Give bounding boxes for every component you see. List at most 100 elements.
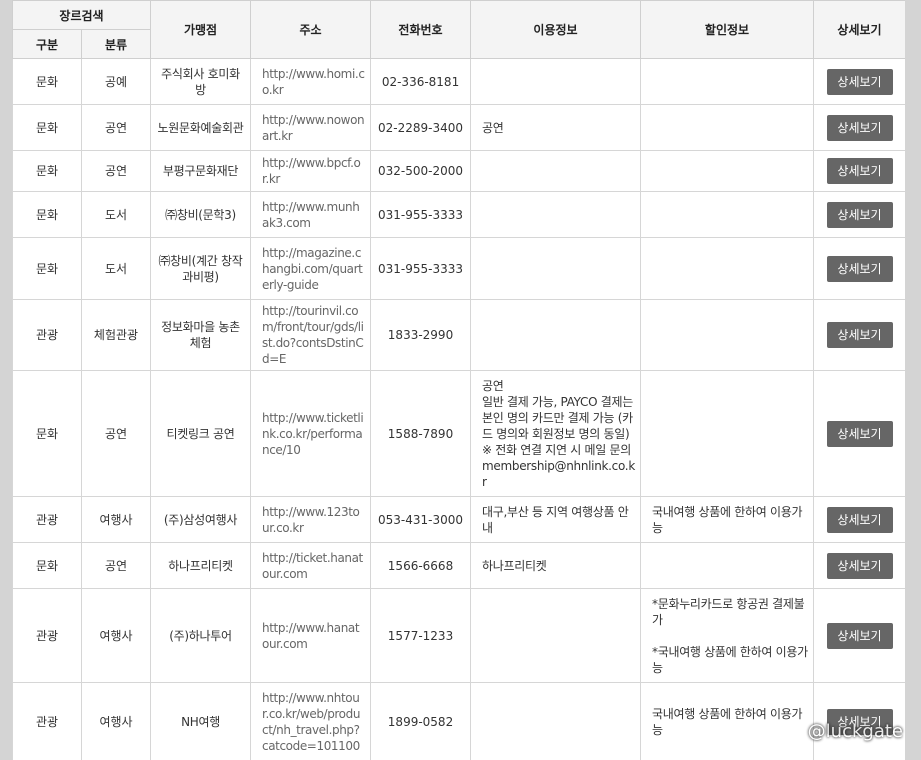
type-cell: 여행사 [80,682,152,760]
details-cell: 상세보기 [813,496,905,543]
merchant-cell: 티켓링크 공연 [150,370,252,497]
category-header: 구분 [12,29,82,59]
merchant-cell: 주식회사 호미화방 [150,58,252,105]
phone-cell: 1577-1233 [370,588,472,683]
usage-cell [470,150,642,192]
discount-cell [640,191,815,238]
table-header: 장르검색 가맹점 주소 전화번호 이용정보 할인정보 상세보기 구분 분류 [12,0,905,59]
phone-cell: 1588-7890 [370,370,472,497]
category-cell: 문화 [12,370,82,497]
usage-cell: 하나프리티켓 [470,542,642,589]
table-row: 문화 공연 하나프리티켓 http://ticket.hanatour.com … [12,542,905,589]
type-cell: 공연 [80,370,152,497]
details-cell: 상세보기 [813,299,905,371]
usage-cell: 대구,부산 등 지역 여행상품 안내 [470,496,642,543]
type-cell: 도서 [80,191,152,238]
table-row: 관광 체험관광 정보화마을 농촌체험 http://tourinvil.com/… [12,299,905,371]
discount-info-header: 할인정보 [640,0,815,59]
table-row: 문화 공예 주식회사 호미화방 http://www.homi.co.kr 02… [12,58,905,105]
type-cell: 도서 [80,237,152,300]
usage-cell [470,299,642,371]
url-link[interactable]: http://www.bpcf.or.kr [250,150,372,192]
details-cell: 상세보기 [813,191,905,238]
details-button[interactable]: 상세보기 [826,506,893,533]
url-link[interactable]: http://www.123tour.co.kr [250,496,372,543]
table-row: 관광 여행사 (주)삼성여행사 http://www.123tour.co.kr… [12,496,905,543]
merchant-cell: ㈜창비(계간 창작과비평) [150,237,252,300]
details-button[interactable]: 상세보기 [826,68,893,95]
discount-cell: *문화누리카드로 항공권 결제불가 *국내여행 상품에 한하여 이용가능 [640,588,815,683]
merchant-cell: NH여행 [150,682,252,760]
category-cell: 문화 [12,237,82,300]
table-row: 문화 도서 ㈜창비(문학3) http://www.munhak3.com 03… [12,191,905,238]
table-row: 문화 공연 부평구문화재단 http://www.bpcf.or.kr 032-… [12,150,905,192]
details-cell: 상세보기 [813,104,905,151]
details-cell: 상세보기 [813,150,905,192]
merchant-cell: (주)삼성여행사 [150,496,252,543]
usage-cell [470,191,642,238]
phone-header: 전화번호 [370,0,472,59]
table-row: 관광 여행사 NH여행 http://www.nhtour.co.kr/web/… [12,682,905,760]
usage-cell [470,58,642,105]
category-cell: 관광 [12,299,82,371]
type-cell: 여행사 [80,588,152,683]
table-row: 문화 도서 ㈜창비(계간 창작과비평) http://magazine.chan… [12,237,905,300]
merchant-cell: 하나프리티켓 [150,542,252,589]
url-link[interactable]: http://magazine.changbi.com/quarterly-gu… [250,237,372,300]
url-link[interactable]: http://tourinvil.com/front/tour/gds/list… [250,299,372,371]
usage-cell: 공연 일반 결제 가능, PAYCO 결제는 본인 명의 카드만 결제 가능 (… [470,370,642,497]
category-cell: 관광 [12,496,82,543]
table-body: 문화 공예 주식회사 호미화방 http://www.homi.co.kr 02… [12,58,905,760]
type-cell: 여행사 [80,496,152,543]
phone-cell: 02-336-8181 [370,58,472,105]
url-link[interactable]: http://www.nowonart.kr [250,104,372,151]
url-link[interactable]: http://www.nhtour.co.kr/web/product/nh_t… [250,682,372,760]
merchant-cell: 노원문화예술회관 [150,104,252,151]
discount-cell [640,150,815,192]
merchant-cell: ㈜창비(문학3) [150,191,252,238]
url-link[interactable]: http://www.homi.co.kr [250,58,372,105]
category-cell: 관광 [12,682,82,760]
details-button[interactable]: 상세보기 [826,114,893,141]
usage-info-header: 이용정보 [470,0,642,59]
type-cell: 체험관광 [80,299,152,371]
table-row: 문화 공연 노원문화예술회관 http://www.nowonart.kr 02… [12,104,905,151]
url-link[interactable]: http://www.hanatour.com [250,588,372,683]
type-cell: 공연 [80,542,152,589]
phone-cell: 1833-2990 [370,299,472,371]
details-button[interactable]: 상세보기 [826,255,893,282]
address-header: 주소 [250,0,372,59]
discount-cell [640,58,815,105]
url-link[interactable]: http://www.ticketlink.co.kr/performance/… [250,370,372,497]
url-link[interactable]: http://ticket.hanatour.com [250,542,372,589]
phone-cell: 031-955-3333 [370,191,472,238]
url-link[interactable]: http://www.munhak3.com [250,191,372,238]
usage-cell [470,237,642,300]
table-row: 문화 공연 티켓링크 공연 http://www.ticketlink.co.k… [12,370,905,497]
category-cell: 문화 [12,542,82,589]
usage-cell [470,588,642,683]
phone-cell: 1899-0582 [370,682,472,760]
details-button[interactable]: 상세보기 [826,201,893,228]
discount-cell [640,237,815,300]
table-row: 관광 여행사 (주)하나투어 http://www.hanatour.com 1… [12,588,905,683]
category-cell: 문화 [12,58,82,105]
details-cell: 상세보기 [813,370,905,497]
watermark-text: @luckgate [807,721,903,742]
details-button[interactable]: 상세보기 [826,420,893,447]
phone-cell: 053-431-3000 [370,496,472,543]
discount-cell: 국내여행 상품에 한하여 이용가능 [640,682,815,760]
classification-header: 분류 [80,29,152,59]
details-button[interactable]: 상세보기 [826,622,893,649]
phone-cell: 031-955-3333 [370,237,472,300]
details-button[interactable]: 상세보기 [826,552,893,579]
details-button[interactable]: 상세보기 [826,158,893,184]
details-cell: 상세보기 [813,237,905,300]
merchant-cell: 정보화마을 농촌체험 [150,299,252,371]
type-cell: 공연 [80,150,152,192]
results-table-container: 장르검색 가맹점 주소 전화번호 이용정보 할인정보 상세보기 구분 분류 문화… [12,0,905,760]
phone-cell: 032-500-2000 [370,150,472,192]
details-button[interactable]: 상세보기 [826,322,893,348]
discount-cell [640,370,815,497]
genre-search-header: 장르검색 [12,0,152,30]
